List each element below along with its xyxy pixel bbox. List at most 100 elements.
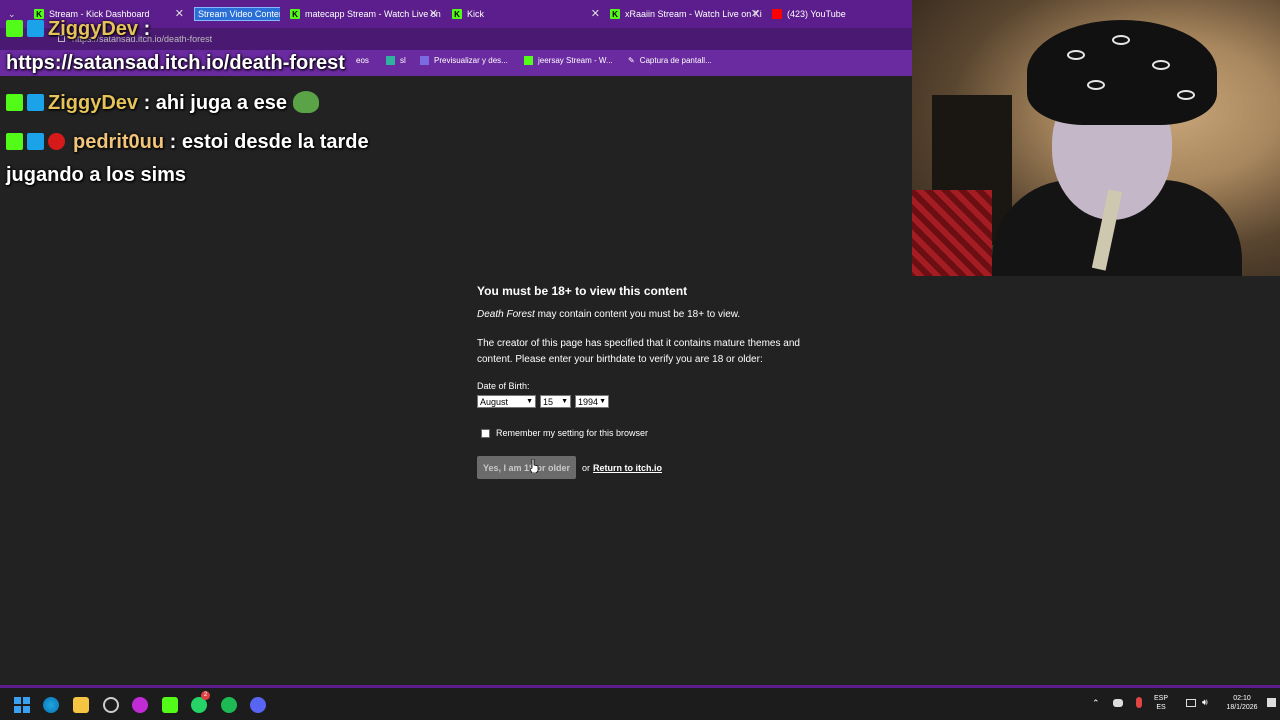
bookmark-item[interactable]: jeersay Stream - W...: [524, 56, 613, 65]
age-gate-line1: Death Forest may contain content you mus…: [477, 307, 837, 323]
discord-icon[interactable]: [250, 697, 266, 713]
screen: ⌄ K Stream - Kick Dashboard ✕ Stream Vid…: [0, 0, 1280, 720]
return-link[interactable]: Return to itch.io: [593, 463, 662, 473]
kick-icon: K: [610, 9, 620, 19]
tab-label: (423) YouTube: [787, 9, 846, 19]
age-gate-line1-text: may contain content you must be 18+ to v…: [534, 309, 741, 320]
bookmark-item[interactable]: ✎ Captura de pantall...: [628, 56, 712, 65]
year-select[interactable]: 1994 ▼: [575, 395, 609, 408]
whatsapp-icon[interactable]: 2: [191, 691, 210, 713]
file-explorer-icon[interactable]: [73, 697, 89, 713]
sword-badge-icon: [27, 133, 44, 150]
kick-badge-icon: [6, 20, 23, 37]
bookmark-label: Captura de pantall...: [639, 56, 712, 65]
chevron-up-icon[interactable]: ⌃: [1092, 699, 1100, 708]
chat-message: ZiggyDev :: [6, 18, 150, 41]
controller-icon[interactable]: [1113, 699, 1123, 707]
chat-username: ZiggyDev: [48, 18, 139, 40]
clock[interactable]: 02:10 18/1/2026: [1222, 694, 1262, 712]
game-name: Death Forest: [477, 309, 535, 320]
webcam-cloth-shape: [912, 190, 992, 276]
sword-badge-icon: [27, 94, 44, 111]
tab-kick[interactable]: K Kick ✕: [448, 4, 604, 24]
microphone-icon[interactable]: [1136, 697, 1142, 708]
month-select[interactable]: August ▼: [477, 395, 536, 408]
month-value: August: [480, 396, 509, 407]
keyboard-layout: ES: [1156, 704, 1166, 711]
notification-badge: 2: [201, 691, 210, 700]
confirm-age-button[interactable]: Yes, I am 18 or older: [477, 456, 576, 479]
clock-date: 18/1/2026: [1226, 704, 1258, 711]
kick-app-icon[interactable]: [162, 697, 178, 713]
tab-label: Stream Video Content: [194, 7, 280, 21]
kick-icon: K: [452, 9, 462, 19]
chat-text: : estoi desde la tarde: [164, 131, 369, 153]
remember-checkbox[interactable]: [481, 428, 490, 438]
tab-label: xRaaiin Stream - Watch Live on Ki: [625, 9, 762, 19]
network-icon[interactable]: [1186, 699, 1196, 707]
remember-label: Remember my setting for this browser: [496, 428, 649, 438]
kick-badge-icon: [6, 94, 23, 111]
bookmark-label: jeersay Stream - W...: [538, 56, 613, 65]
remember-setting: Remember my setting for this browser: [481, 428, 837, 438]
chat-username: pedrit0uu: [73, 131, 165, 153]
volume-icon[interactable]: 🔊︎: [1202, 698, 1208, 707]
pen-icon: ✎: [628, 56, 635, 65]
language-indicator[interactable]: ESP ES: [1154, 694, 1168, 712]
webcam-overlay: [912, 0, 1280, 276]
tab-label: Kick: [467, 9, 485, 19]
kick-icon: [524, 56, 533, 65]
edge-browser-icon[interactable]: [43, 697, 59, 713]
dob-label: Date of Birth:: [477, 381, 530, 391]
chat-message-continuation: jugando a los sims: [6, 164, 187, 186]
day-value: 15: [543, 396, 554, 407]
youtube-icon: [772, 9, 782, 19]
pepe-emote-icon: [292, 91, 319, 113]
settings-gear-icon[interactable]: [103, 697, 119, 713]
chevron-down-icon: ▼: [599, 398, 606, 405]
kick-badge-icon: [6, 133, 23, 150]
tab-stream-video-content[interactable]: Stream Video Content: [190, 4, 280, 24]
dob-selects: August ▼ 15 ▼ 1994 ▼: [477, 395, 837, 408]
or-text: or: [582, 462, 591, 473]
chat-url-text: https://satansad.itch.io/death-forest: [6, 52, 345, 74]
close-icon[interactable]: ✕: [175, 7, 184, 20]
chevron-down-icon: ▼: [526, 398, 533, 405]
chat-message: ZiggyDev : ahi juga a ese: [6, 91, 319, 115]
clock-time: 02:10: [1233, 695, 1251, 702]
day-select[interactable]: 15 ▼: [540, 395, 571, 408]
chat-message: pedrit0uu : estoi desde la tarde: [6, 131, 369, 154]
bookmark-favicon-icon: [420, 56, 429, 65]
close-icon[interactable]: ✕: [591, 7, 600, 20]
tab-matecapp-stream[interactable]: K matecapp Stream - Watch Live on ✕: [286, 4, 442, 24]
close-icon[interactable]: ✕: [429, 7, 438, 20]
tab-label: matecapp Stream - Watch Live on: [305, 9, 441, 19]
heart-badge-icon: [48, 133, 65, 150]
kick-icon: K: [290, 9, 300, 19]
taskbar: 2 ⌃ ESP ES 🔊︎ 02:10 18/1/2026: [0, 688, 1280, 720]
bookmark-favicon-icon: [386, 56, 395, 65]
tab-youtube[interactable]: (423) YouTube: [768, 4, 898, 24]
bookmark-item[interactable]: Previsualizar y des...: [420, 56, 508, 65]
bookmark-item[interactable]: sl: [386, 56, 406, 65]
bookmark-label: sl: [400, 56, 406, 65]
bookmark-label: eos: [356, 56, 369, 65]
year-value: 1994: [578, 396, 599, 407]
bookmark-item[interactable]: eos: [356, 56, 369, 65]
age-gate-dialog: You must be 18+ to view this content Dea…: [477, 284, 837, 479]
spotify-icon[interactable]: [221, 697, 237, 713]
chat-text: : ahi juga a ese: [138, 92, 287, 114]
close-icon[interactable]: ✕: [751, 7, 760, 20]
chat-username: ZiggyDev: [48, 92, 139, 114]
language-code: ESP: [1154, 695, 1169, 702]
webcam-bandana-shape: [1027, 20, 1217, 125]
windows-start-icon[interactable]: [14, 697, 30, 713]
chevron-down-icon: ▼: [561, 398, 568, 405]
notification-icon[interactable]: [1267, 698, 1276, 707]
chat-text: :: [138, 18, 151, 40]
app-c-icon[interactable]: [132, 697, 148, 713]
age-gate-line2: The creator of this page has specified t…: [477, 338, 800, 365]
hand-cursor-icon: [529, 459, 539, 473]
tab-xraaiin-stream[interactable]: K xRaaiin Stream - Watch Live on Ki ✕: [606, 4, 764, 24]
bookmark-label: Previsualizar y des...: [434, 56, 508, 65]
